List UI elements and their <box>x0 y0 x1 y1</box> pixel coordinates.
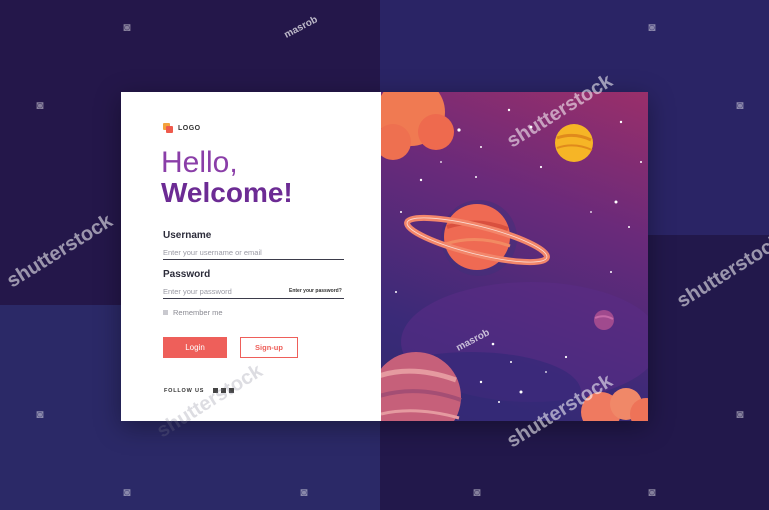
login-card: LOGO Hello, Welcome! Username Password E… <box>121 92 648 421</box>
watermark-icon: ◙ <box>648 20 656 34</box>
follow-us-label: FOLLOW US <box>164 388 205 394</box>
yellow-planet <box>555 124 593 162</box>
facebook-icon[interactable] <box>213 388 218 393</box>
watermark-icon: ◙ <box>36 407 44 421</box>
password-label: Password <box>163 269 211 280</box>
watermark-icon: ◙ <box>123 485 131 499</box>
instagram-icon[interactable] <box>229 388 234 393</box>
twitter-icon[interactable] <box>221 388 226 393</box>
space-scene <box>381 92 648 421</box>
username-input[interactable] <box>163 246 344 260</box>
ringed-planet <box>404 200 550 276</box>
watermark-icon: ◙ <box>648 485 656 499</box>
greeting-welcome: Welcome! <box>161 177 293 208</box>
watermark-icon: ◙ <box>36 98 44 112</box>
logo-text: LOGO <box>178 124 201 132</box>
watermark-icon: ◙ <box>473 485 481 499</box>
remember-me-label: Remember me <box>173 308 223 317</box>
small-planet <box>594 310 614 330</box>
watermark-icon: ◙ <box>736 98 744 112</box>
social-links <box>213 388 234 393</box>
checkbox-icon[interactable] <box>163 310 168 315</box>
greeting-hello: Hello, <box>161 146 238 179</box>
signup-button[interactable]: Sign-up <box>240 337 298 358</box>
remember-me-checkbox[interactable]: Remember me <box>163 308 223 317</box>
username-label: Username <box>163 230 212 241</box>
watermark-icon: ◙ <box>300 485 308 499</box>
logo: LOGO <box>163 123 201 133</box>
cloud-top <box>381 92 454 160</box>
login-panel: LOGO Hello, Welcome! Username Password E… <box>121 92 381 421</box>
watermark-icon: ◙ <box>123 20 131 34</box>
forgot-password-link[interactable]: Enter your password? <box>289 288 342 294</box>
watermark-icon: ◙ <box>736 407 744 421</box>
space-illustration <box>381 92 648 421</box>
login-button[interactable]: Login <box>163 337 227 358</box>
logo-icon <box>163 123 173 133</box>
